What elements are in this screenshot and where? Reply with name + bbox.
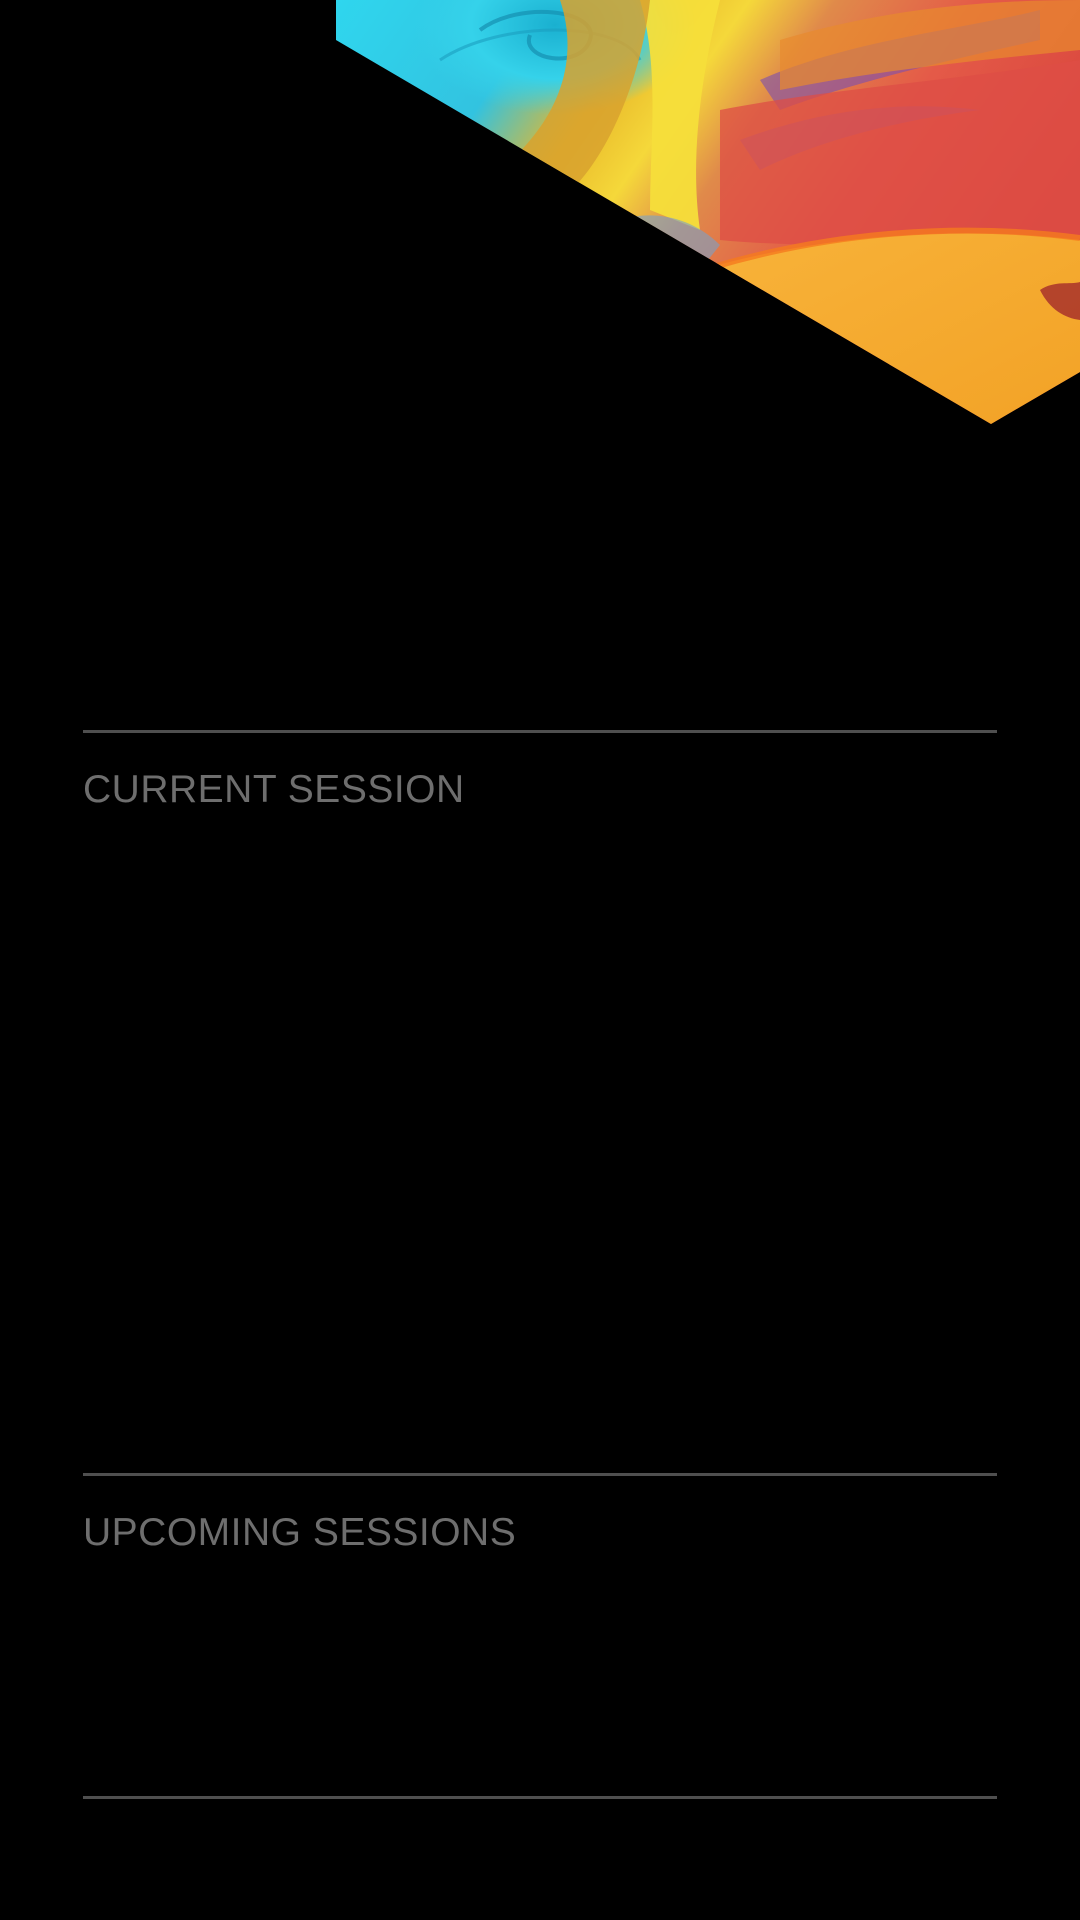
divider-top	[83, 730, 997, 733]
divider-middle	[83, 1473, 997, 1476]
current-session-heading: CURRENT SESSION	[83, 768, 465, 811]
upcoming-sessions-heading: UPCOMING SESSIONS	[83, 1511, 517, 1554]
divider-bottom	[83, 1796, 997, 1799]
hero-artwork	[336, 0, 1080, 424]
